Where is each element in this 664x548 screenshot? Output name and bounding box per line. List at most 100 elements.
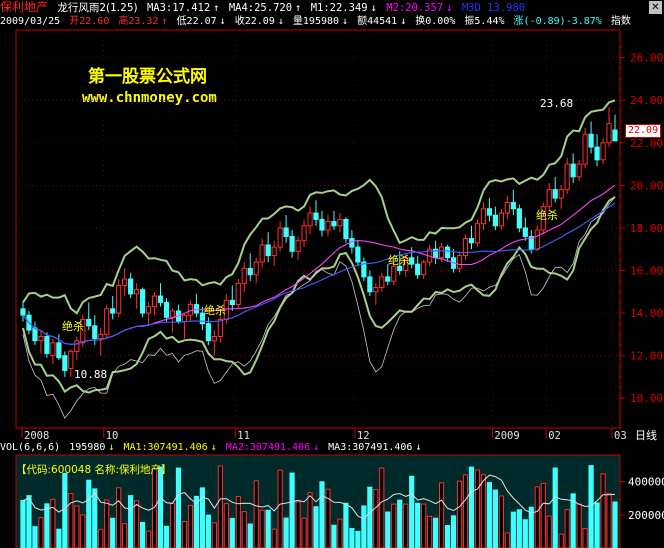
candle-body (86, 318, 92, 327)
volume-bar (450, 515, 457, 548)
candle-body (564, 163, 570, 191)
volume-bar (576, 503, 582, 548)
volume-bar (558, 533, 564, 548)
candle-body (50, 342, 56, 357)
volume-bar (265, 509, 271, 548)
volume-bar (361, 505, 367, 548)
volume-bar (50, 498, 56, 548)
volume-bar (367, 486, 373, 548)
candle-body (104, 308, 110, 335)
candle-body (289, 235, 295, 252)
volume-bar (134, 500, 140, 548)
volume-bar (217, 465, 223, 548)
period-label[interactable]: 日线 (635, 427, 657, 443)
candle-body (492, 214, 499, 227)
candle-body (444, 246, 451, 259)
candle-body (259, 244, 265, 263)
high-price-label: 23.68 (540, 97, 574, 110)
volume-bar (421, 503, 427, 548)
candle-body (301, 225, 307, 242)
volume-bar (313, 506, 319, 548)
candle-body (594, 146, 600, 161)
candle-body (307, 212, 313, 227)
volume-bar (247, 523, 253, 548)
volume-bar (301, 517, 307, 548)
volume-bar (582, 527, 588, 548)
volume-bar (139, 521, 146, 548)
volume-bar (80, 514, 86, 548)
candle-body (44, 335, 50, 355)
volume-bar (373, 489, 379, 548)
volume-bar (492, 489, 499, 548)
candle-body (229, 299, 235, 306)
volume-bar (104, 499, 110, 548)
volume-bar (44, 503, 50, 548)
volume-bar (594, 502, 600, 548)
volume-bar (157, 466, 164, 548)
volume-bar (480, 474, 487, 548)
candle-body (486, 208, 493, 216)
volume-bar (74, 505, 80, 548)
candle-body (265, 244, 271, 257)
volume-bar (151, 468, 158, 548)
candle-body (516, 208, 522, 229)
volume-bar (283, 517, 289, 548)
volume-bar (391, 503, 397, 548)
volume-bar (98, 528, 104, 548)
volume-bar (474, 469, 481, 548)
candle-body (498, 212, 504, 227)
volume-bar (343, 502, 349, 548)
volume-bar (211, 522, 217, 548)
code-line: 【代码:600048 名称:保利地产】 (16, 464, 172, 476)
volume-bar (403, 503, 409, 548)
volume-bar (20, 500, 26, 548)
volume-bar (62, 472, 68, 548)
candle-body (128, 278, 134, 295)
candle-body (319, 218, 325, 231)
arrow-down-icon: ↓ (210, 442, 217, 453)
volume-bar (534, 486, 540, 548)
candle-body (283, 227, 289, 237)
candle-body (612, 129, 618, 142)
vol-value: 195980 (69, 442, 106, 453)
candle-body (205, 323, 211, 342)
volume-bar (546, 515, 552, 548)
volume-bar (253, 480, 259, 548)
volume-bar (522, 519, 528, 548)
volume-bar (271, 528, 277, 548)
candle-body (157, 295, 164, 303)
arrow-down-icon: ↓ (108, 442, 115, 453)
candle-body (504, 201, 510, 214)
volume-bar (337, 518, 343, 548)
candle-body (415, 263, 421, 276)
candle-body (247, 267, 253, 276)
candle-body (337, 218, 343, 227)
candle-body (20, 308, 26, 316)
x-tick-label: 2009 (494, 430, 519, 442)
volume-bar (277, 469, 283, 548)
candle-body (295, 240, 301, 252)
candle-body (379, 276, 385, 289)
volume-bar (181, 521, 188, 548)
candle-body (211, 335, 217, 342)
volume-bar (175, 467, 182, 548)
candle-body (558, 189, 564, 199)
volume-bar (397, 499, 403, 548)
volume-bar (319, 481, 325, 548)
candle-body (134, 289, 140, 295)
signal-label: 绝杀 (62, 320, 84, 333)
candle-body (409, 257, 415, 265)
price-axis: 10.00 12.00 14.00 16.00 18.00 20.00 22.00 24.00… (620, 46, 663, 405)
candle-body (552, 189, 558, 199)
candle-body (110, 308, 116, 314)
volume-bar (486, 482, 493, 548)
low-price-label: 10.88 (74, 368, 108, 381)
volume-bar (468, 466, 475, 548)
current-price-badge: 22.09 (625, 124, 662, 138)
axis-tick-label: 10.00 (630, 392, 663, 405)
candle-body (122, 278, 128, 286)
candle-body (271, 246, 277, 257)
candle-body (151, 295, 158, 308)
bollinger-band (22, 99, 616, 419)
candle-body (217, 318, 223, 337)
